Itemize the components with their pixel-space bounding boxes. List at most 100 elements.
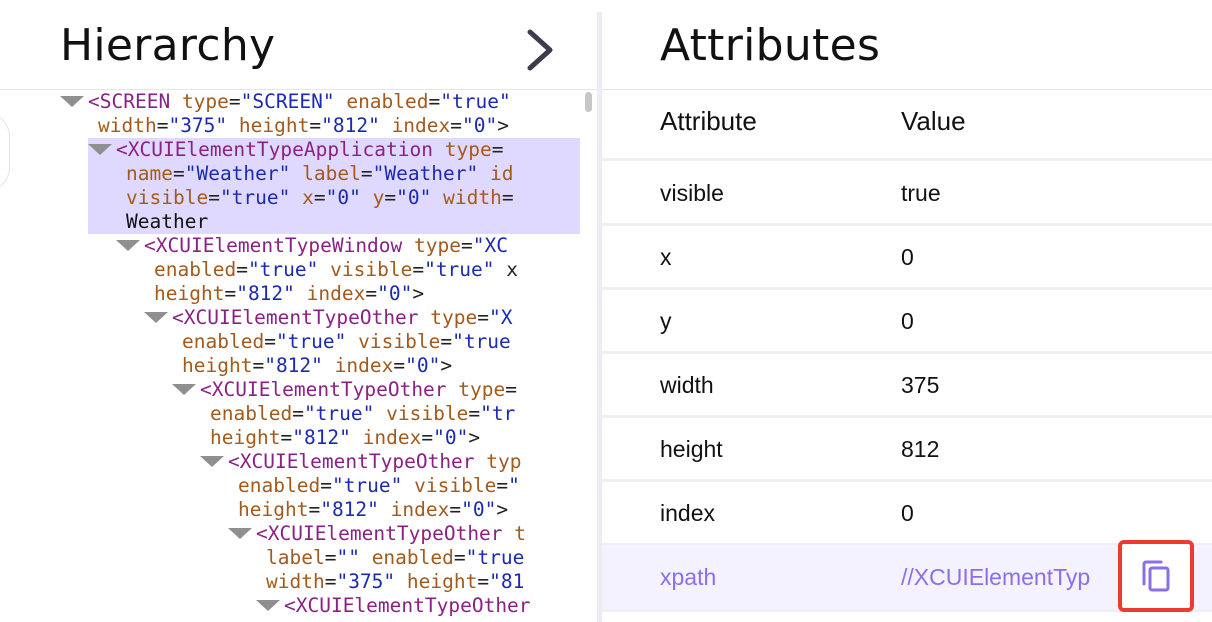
attr-name: name [126,162,173,185]
tree-node-line: name="Weather" label="Weather" id [88,162,580,186]
punctuation: = [393,354,406,377]
attr-value: "true" [303,402,375,425]
tree-node-line: label="" enabled="true [228,546,526,570]
punctuation: = [324,570,337,593]
attr-value: "true" [247,258,319,281]
tree-node-line: <XCUIElementTypeOther t [228,522,526,546]
attr-name: enabled [346,90,429,113]
attr-name: visible [126,186,209,209]
attr-name: type [430,306,478,329]
caret-down-icon[interactable] [88,144,112,155]
attribute-value: true [901,180,941,206]
tree-node-other-1[interactable]: <XCUIElementTypeOther type="X enabled="tr… [144,306,513,378]
caret-down-icon[interactable] [200,456,224,467]
attr-value: "0" [461,498,497,521]
tree-node-other-2[interactable]: <XCUIElementTypeOther type= enabled="true… [172,378,517,450]
caret-down-icon[interactable] [172,384,196,395]
caret-down-icon[interactable] [116,240,140,251]
attr-name: type [181,90,229,113]
punctuation: = [280,426,293,449]
caret-down-icon[interactable] [256,600,280,611]
tag-name: <XCUIElementTypeOther [172,306,419,329]
punctuation: = [252,354,265,377]
punctuation: = [172,162,185,185]
attr-value: "Weather" [184,162,291,185]
punctuation: = [461,234,473,257]
punctuation: = [450,114,463,137]
punctuation [351,426,363,449]
attr-name: width [443,186,502,209]
attr-name: index [334,354,394,377]
punctuation [402,474,414,497]
punctuation: > [412,282,425,305]
punctuation: = [365,282,378,305]
punctuation: > [496,498,509,521]
attribute-row-index: index 0 [602,481,1212,545]
attribute-row-x: x 0 [602,225,1212,289]
punctuation [475,450,487,473]
punctuation: = [228,90,241,113]
attr-name: y [372,186,385,209]
attribute-value: 812 [901,436,940,462]
punctuation [433,138,445,161]
attr-name: id [490,162,514,185]
attribute-key: index [660,500,715,526]
tree-node-line: visible="true" x="0" y="0" width= [88,186,580,210]
punctuation: = [501,186,514,209]
punctuation [295,282,307,305]
attr-name: enabled [371,546,454,569]
caret-down-icon[interactable] [60,96,84,107]
attr-value: "true" [424,258,495,281]
punctuation [419,306,431,329]
tree-node-screen[interactable]: <SCREEN type="SCREEN" enabled="true" widt… [60,90,511,138]
attr-name: width [266,570,325,593]
tree-scrollbar[interactable] [585,92,592,112]
punctuation: = [309,114,322,137]
attr-name: type [444,138,492,161]
punctuation: = [477,570,490,593]
caret-down-icon[interactable] [144,312,168,323]
punctuation [503,522,515,545]
attr-value: "true" [440,90,511,113]
attr-value: "375" [336,570,396,593]
attr-value: "XC [472,234,508,257]
tree-node-window[interactable]: <XCUIElementTypeWindow type="XC enabled="… [116,234,518,306]
attr-value: "" [336,546,360,569]
tree-node-application[interactable]: <XCUIElementTypeApplication type= name="W… [88,138,580,234]
punctuation: = [496,474,509,497]
attributes-header-row: Attribute Value [602,89,1212,153]
attr-name: visible [414,474,497,497]
attr-name: t [514,522,527,545]
punctuation: = [453,546,466,569]
caret-down-icon[interactable] [228,528,252,539]
tree-node-line: Weather [88,210,580,234]
tree-node-line: <SCREEN type="SCREEN" enabled="true" [60,90,511,114]
attribute-value: 375 [901,372,940,398]
tree-node-other-4[interactable]: <XCUIElementTypeOther t label="" enabled=… [228,522,526,594]
punctuation [395,570,407,593]
tree-node-other-5[interactable]: <XCUIElementTypeOther [256,594,531,618]
tree-node-other-3[interactable]: <XCUIElementTypeOther typ enabled="true" … [200,450,522,522]
tree-node-line: height="812" index="0"> [172,426,517,450]
punctuation: = [292,402,304,425]
attr-name: height [406,570,478,593]
attribute-row-y: y 0 [602,289,1212,353]
tree-node-line: <XCUIElementTypeOther type= [172,378,517,402]
attr-name: index [362,426,422,449]
attribute-row-visible: visible true [602,161,1212,225]
attr-value: "812" [292,426,351,449]
attribute-value[interactable]: //XCUIElementTyp [901,545,1113,609]
tree-node-line: enabled="true" visible="true" x [116,258,518,282]
attr-name: index [306,282,366,305]
attribute-row-height: height 812 [602,417,1212,481]
tag-name: <XCUIElementTypeWindow [144,234,403,257]
punctuation: > [440,354,453,377]
chevron-right-icon[interactable] [522,28,558,72]
punctuation: = [236,258,248,281]
punctuation [290,162,302,185]
copy-xpath-button[interactable] [1118,540,1194,612]
tag-name: <XCUIElementTypeOther [256,522,503,545]
hierarchy-tree[interactable]: <SCREEN type="SCREEN" enabled="true" widt… [0,90,580,622]
punctuation: = [491,138,504,161]
tag-name: <XCUIElementTypeOther [200,378,447,401]
